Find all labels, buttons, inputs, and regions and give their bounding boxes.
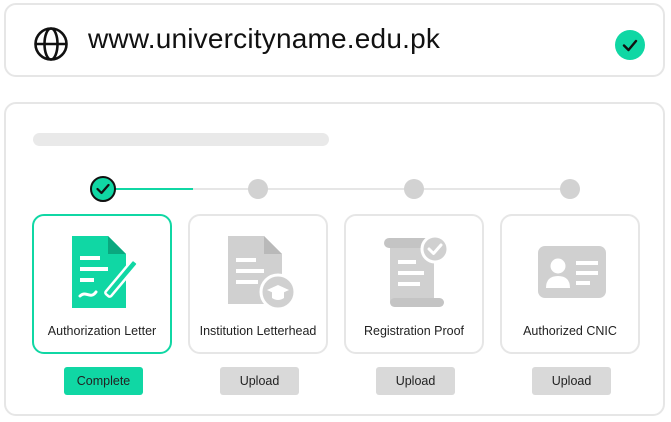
document-card-authorization-letter[interactable]: Authorization Letter (32, 214, 172, 354)
address-bar: www.univercityname.edu.pk (4, 3, 665, 77)
progress-line-complete (103, 188, 193, 190)
document-card-authorized-cnic[interactable]: Authorized CNIC (500, 214, 640, 354)
document-label: Registration Proof (363, 324, 465, 338)
document-verification-panel: Authorization Letter Complete Institutio… (4, 102, 665, 416)
document-label: Authorization Letter (47, 324, 157, 338)
upload-button[interactable]: Upload (532, 367, 611, 395)
verified-check-icon (615, 30, 645, 60)
id-card-icon (538, 246, 606, 298)
document-label: Institution Letterhead (199, 324, 317, 338)
url-text[interactable]: www.univercityname.edu.pk (88, 23, 440, 55)
document-card-registration-proof[interactable]: Registration Proof (344, 214, 484, 354)
letterhead-graduation-icon (228, 236, 297, 310)
signed-document-icon (72, 236, 139, 308)
upload-button[interactable]: Upload (376, 367, 455, 395)
step-2-pending (248, 179, 268, 199)
step-3-pending (404, 179, 424, 199)
complete-button[interactable]: Complete (64, 367, 143, 395)
step-1-complete (90, 176, 116, 202)
step-4-pending (560, 179, 580, 199)
check-icon (96, 183, 110, 195)
document-label: Authorized CNIC (523, 324, 617, 338)
title-placeholder-bar (33, 133, 329, 146)
verified-scroll-icon (384, 234, 450, 307)
upload-button[interactable]: Upload (220, 367, 299, 395)
globe-icon (34, 27, 68, 61)
document-card-institution-letterhead[interactable]: Institution Letterhead (188, 214, 328, 354)
